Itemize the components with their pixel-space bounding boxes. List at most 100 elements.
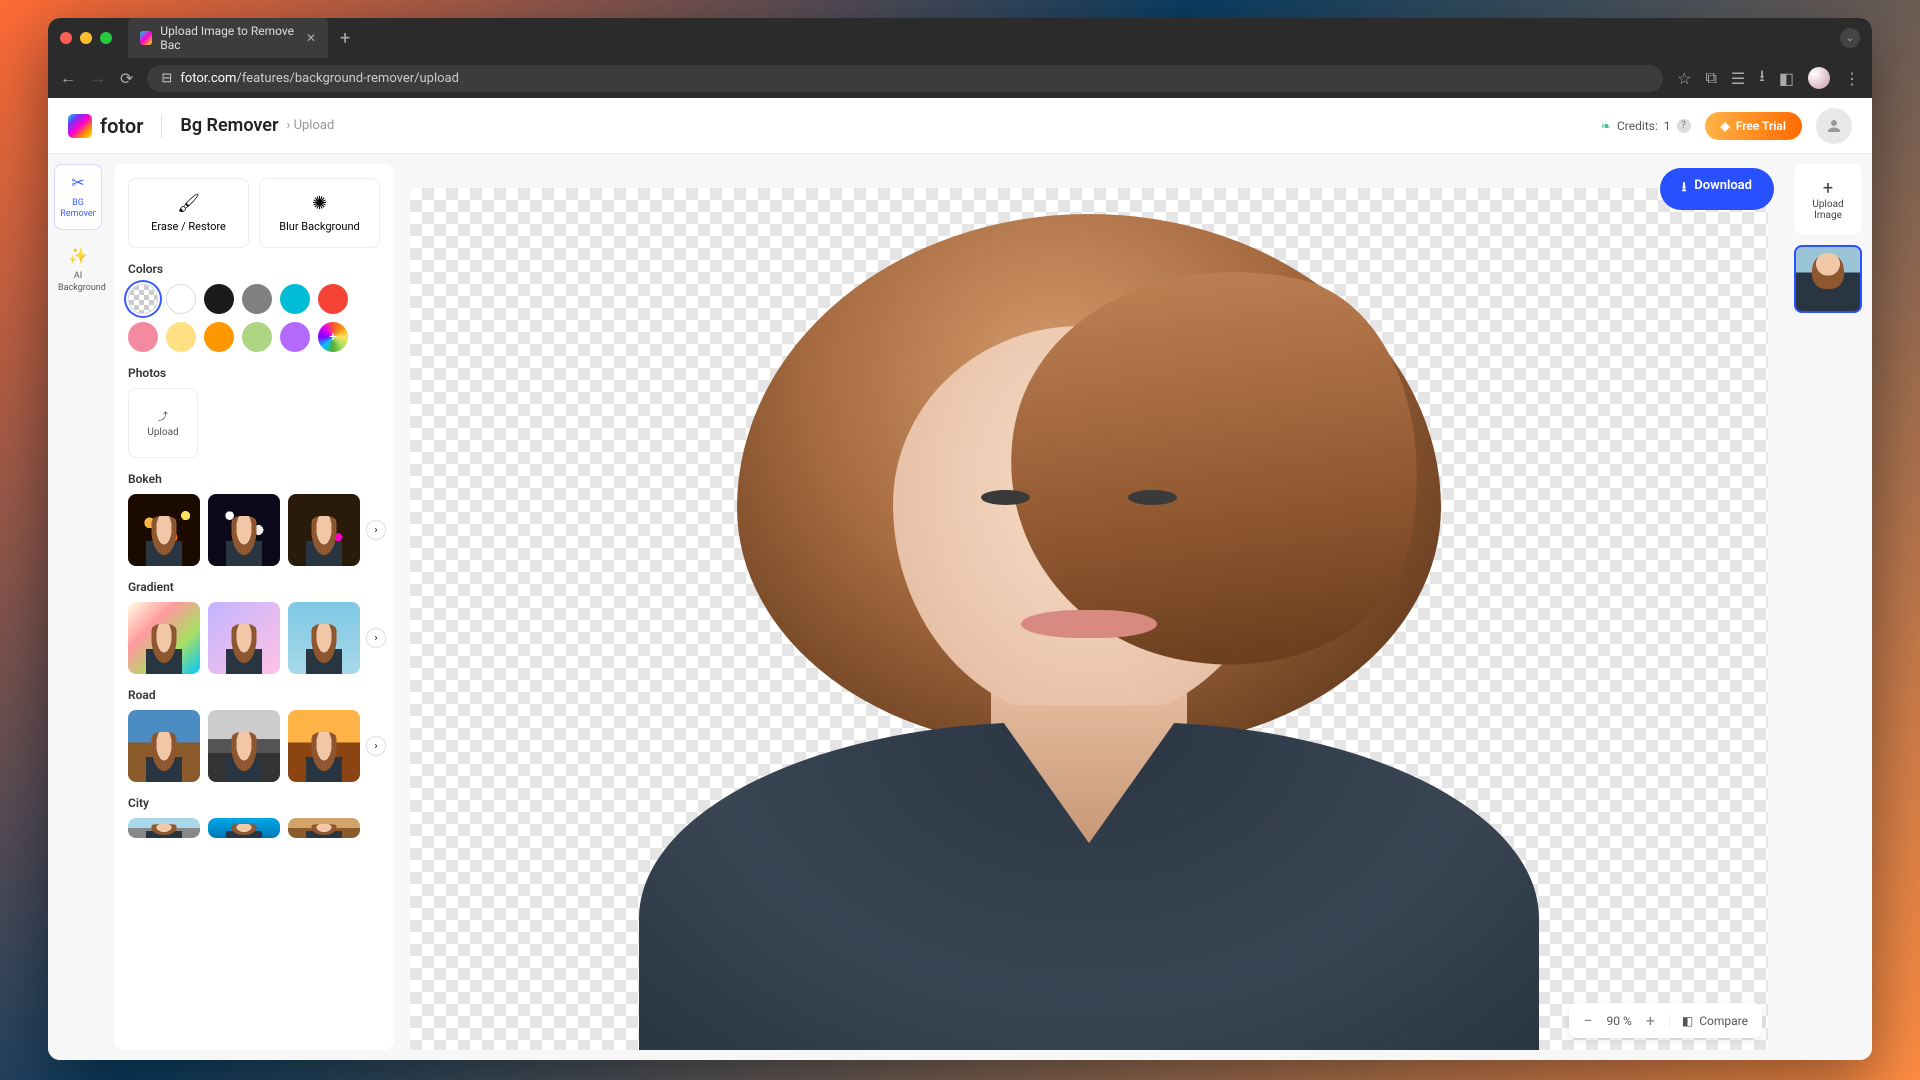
credits-indicator[interactable]: ❧ Credits: 1 ? [1601,119,1691,133]
upload-photo-button[interactable]: ⤴ Upload [128,388,198,458]
upload-icon: ⤴ [158,408,168,423]
profile-avatar-icon[interactable] [1808,67,1830,89]
city-thumb-3[interactable] [288,818,360,838]
extensions-icon[interactable]: ⧉ [1705,68,1716,88]
color-red[interactable] [318,284,348,314]
app-header: fotor Bg Remover › Upload ❧ Credits: 1 ?… [48,98,1872,154]
logo-text[interactable]: fotor [100,114,143,138]
city-label: City [128,796,380,810]
window-controls [60,32,112,44]
photos-label: Photos [128,366,380,380]
color-swatches: + [128,284,380,352]
color-yellow[interactable] [166,322,196,352]
erase-restore-button[interactable]: 🖌 Erase / Restore [128,178,249,248]
right-rail: + Upload Image [1784,154,1872,1060]
brush-icon: 🖌 [135,193,242,214]
color-purple[interactable] [280,322,310,352]
reading-list-icon[interactable]: ☰ [1731,69,1745,88]
zoom-controls: − 90 % + ◧ Compare [1569,1003,1762,1038]
road-next-button[interactable]: › [366,736,386,756]
leaf-icon: ❧ [1601,119,1611,133]
help-icon[interactable]: ? [1677,119,1691,133]
side-panel: 🖌 Erase / Restore ✺ Blur Background Colo… [114,164,394,1050]
bokeh-thumb-3[interactable] [288,494,360,566]
road-thumb-1[interactable] [128,710,200,782]
back-button[interactable]: ← [60,68,76,88]
zoom-in-button[interactable]: + [1646,1011,1655,1030]
url-text: fotor.com/features/background-remover/up… [180,71,459,86]
close-tab-icon[interactable]: ✕ [306,31,316,45]
plus-icon: + [1800,178,1856,199]
maximize-window-button[interactable] [100,32,112,44]
subject-cutout [600,188,1578,1050]
forward-button[interactable]: → [90,68,106,88]
color-gray[interactable] [242,284,272,314]
color-white[interactable] [166,284,196,314]
uploaded-image-thumb[interactable] [1794,245,1862,313]
scissors-icon: ✂ [59,173,97,194]
color-pink[interactable] [128,322,158,352]
tab-title: Upload Image to Remove Bac [160,24,298,52]
reload-button[interactable]: ⟳ [120,69,133,88]
road-label: Road [128,688,380,702]
gradient-thumb-3[interactable] [288,602,360,674]
sparkle-icon: ✨ [58,246,98,267]
browser-menu-icon[interactable]: ⋮ [1844,69,1860,88]
gradient-thumb-1[interactable] [128,602,200,674]
tool-rail-ai-background[interactable]: ✨ AI Background [54,238,102,302]
app-title: Bg Remover [180,115,278,136]
user-silhouette-icon [1825,117,1843,135]
side-panel-icon[interactable]: ◧ [1779,69,1794,88]
zoom-value: 90 % [1607,1014,1632,1028]
bokeh-label: Bokeh [128,472,380,486]
compare-button[interactable]: ◧ Compare [1669,1014,1748,1028]
zoom-out-button[interactable]: − [1583,1011,1592,1030]
bokeh-next-button[interactable]: › [366,520,386,540]
colors-label: Colors [128,262,380,276]
address-bar[interactable]: ⊟ fotor.com/features/background-remover/… [147,65,1663,92]
color-picker-button[interactable]: + [318,322,348,352]
bokeh-thumb-1[interactable] [128,494,200,566]
color-lime[interactable] [242,322,272,352]
color-black[interactable] [204,284,234,314]
download-icon: ⭳ [1682,178,1687,200]
blur-background-button[interactable]: ✺ Blur Background [259,178,380,248]
canvas-area: ⭳ Download − 90 % + [404,164,1774,1050]
upload-image-button[interactable]: + Upload Image [1794,164,1862,235]
image-canvas[interactable] [410,188,1768,1050]
diamond-icon: ◆ [1721,119,1730,133]
tool-rail: ✂ BG Remover ✨ AI Background [48,154,108,1060]
fotor-logo-icon[interactable] [68,114,92,138]
browser-tab-bar: Upload Image to Remove Bac ✕ + ⌄ [48,18,1872,58]
color-orange[interactable] [204,322,234,352]
gradient-label: Gradient [128,580,380,594]
road-thumb-2[interactable] [208,710,280,782]
minimize-window-button[interactable] [80,32,92,44]
color-transparent[interactable] [128,284,158,314]
user-avatar[interactable] [1816,108,1852,144]
tabs-overflow-icon[interactable]: ⌄ [1840,28,1860,48]
app-body: ✂ BG Remover ✨ AI Background 🖌 Erase / R… [48,154,1872,1060]
blur-icon: ✺ [266,193,373,214]
free-trial-button[interactable]: ◆ Free Trial [1705,112,1802,140]
bokeh-thumb-2[interactable] [208,494,280,566]
new-tab-button[interactable]: + [340,28,350,49]
close-window-button[interactable] [60,32,72,44]
compare-icon: ◧ [1682,1014,1693,1028]
site-info-icon[interactable]: ⊟ [161,71,172,86]
header-divider [161,114,162,138]
gradient-next-button[interactable]: › [366,628,386,648]
breadcrumb: › Upload [286,118,334,133]
city-thumb-2[interactable] [208,818,280,838]
city-thumb-1[interactable] [128,818,200,838]
browser-tab[interactable]: Upload Image to Remove Bac ✕ [128,18,328,60]
road-thumb-3[interactable] [288,710,360,782]
toolbar-icons: ☆ ⧉ ☰ ⭳ ◧ ⋮ [1677,65,1860,92]
tool-rail-bg-remover[interactable]: ✂ BG Remover [54,164,102,230]
download-button[interactable]: ⭳ Download [1660,168,1774,210]
downloads-icon[interactable]: ⭳ [1759,65,1765,92]
tab-favicon-icon [140,31,152,45]
gradient-thumb-2[interactable] [208,602,280,674]
bookmark-icon[interactable]: ☆ [1677,69,1691,88]
color-cyan[interactable] [280,284,310,314]
